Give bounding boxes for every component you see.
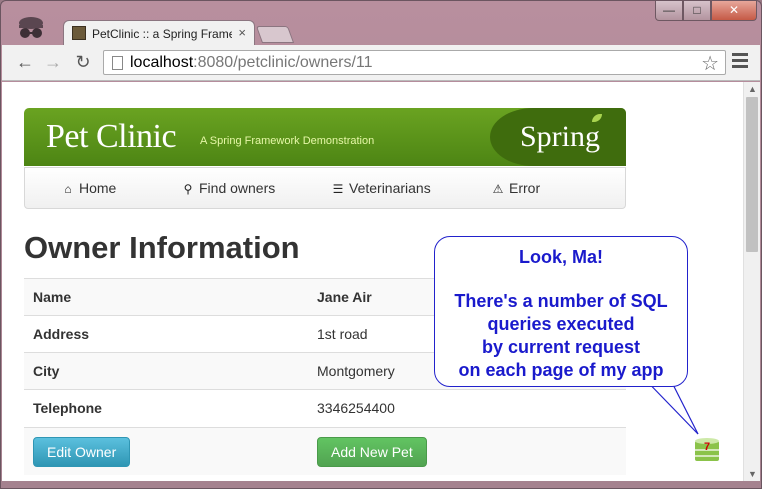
callout-body: There's a number of SQL queries executed… [435,290,687,382]
nav-error[interactable]: ⚠ Error [491,168,541,208]
forward-arrow-icon[interactable]: → [42,51,64,73]
row-label: City [24,352,308,390]
main-navbar: ⌂ Home ⚲ Find owners ☰ Veterinarians ⚠ Error [24,167,626,209]
annotation-callout: Look, Ma! There's a number of SQL querie… [434,236,688,387]
tab-strip: PetClinic :: a Spring Frame × — □ ✕ [1,1,761,46]
page-icon [112,56,123,70]
scroll-down-arrow-icon[interactable]: ▼ [748,469,757,479]
nav-veterinarians-label: Veterinarians [349,180,431,196]
callout-line: There's a number of SQL [454,291,668,311]
nav-home[interactable]: ⌂ Home [61,168,116,208]
browser-tab-active[interactable]: PetClinic :: a Spring Frame × [63,20,255,46]
incognito-icon [19,17,43,38]
tab-close-icon[interactable]: × [238,25,246,40]
edit-owner-button[interactable]: Edit Owner [33,437,131,467]
page-viewport: Pet Clinic A Spring Framework Demonstrat… [2,82,760,481]
home-icon: ⌂ [64,182,72,196]
site-brand: Pet Clinic [46,118,177,155]
browser-toolbar: ← → ↻ localhost:8080/petclinic/owners/11… [2,45,760,81]
list-icon: ☰ [332,182,344,196]
bookmark-star-icon[interactable]: ☆ [701,51,719,76]
tab-title: PetClinic :: a Spring Frame [92,27,232,41]
browser-window: PetClinic :: a Spring Frame × — □ ✕ ← → … [0,0,762,489]
sql-query-count: 7 [703,441,711,453]
row-label: Name [24,278,308,316]
url-text[interactable]: localhost:8080/petclinic/owners/11 [130,54,373,72]
scroll-thumb[interactable] [746,97,758,252]
sql-counter-badge[interactable]: 7 [694,437,720,463]
warning-icon: ⚠ [492,182,504,196]
row-label: Address [24,315,308,353]
search-icon: ⚲ [183,182,193,196]
scroll-up-arrow-icon[interactable]: ▲ [748,84,757,94]
address-bar[interactable]: localhost:8080/petclinic/owners/11 ☆ [103,50,726,75]
row-label: Telephone [24,389,308,427]
spring-logo: Spring [520,120,601,153]
callout-heading: Look, Ma! [519,247,603,267]
add-new-pet-button[interactable]: Add New Pet [317,437,427,467]
site-tagline: A Spring Framework Demonstration [200,135,375,147]
close-window-button[interactable]: ✕ [711,1,757,21]
nav-veterinarians[interactable]: ☰ Veterinarians [331,168,431,208]
back-arrow-icon[interactable]: ← [14,51,36,73]
new-tab-button[interactable] [255,26,295,43]
table-row: Telephone 3346254400 [24,389,626,427]
site-banner: Pet Clinic A Spring Framework Demonstrat… [24,108,626,166]
nav-find-owners-label: Find owners [199,180,276,196]
hamburger-menu-icon[interactable] [732,53,748,71]
page-title: Owner Information [24,230,300,265]
callout-line: by current request [481,337,641,357]
maximize-button[interactable]: □ [683,1,711,21]
owner-actions: Edit Owner Add New Pet [24,427,626,475]
callout-line: on each page of my app [458,360,664,380]
owner-telephone-value: 3346254400 [308,389,626,427]
minimize-button[interactable]: — [655,1,683,21]
nav-find-owners[interactable]: ⚲ Find owners [181,168,276,208]
vertical-scrollbar[interactable]: ▲ ▼ [743,82,760,481]
nav-home-label: Home [79,180,117,196]
callout-line: queries executed [487,314,635,334]
petclinic-favicon-icon [72,26,86,40]
reload-icon[interactable]: ↻ [72,51,94,73]
nav-error-label: Error [509,180,541,196]
